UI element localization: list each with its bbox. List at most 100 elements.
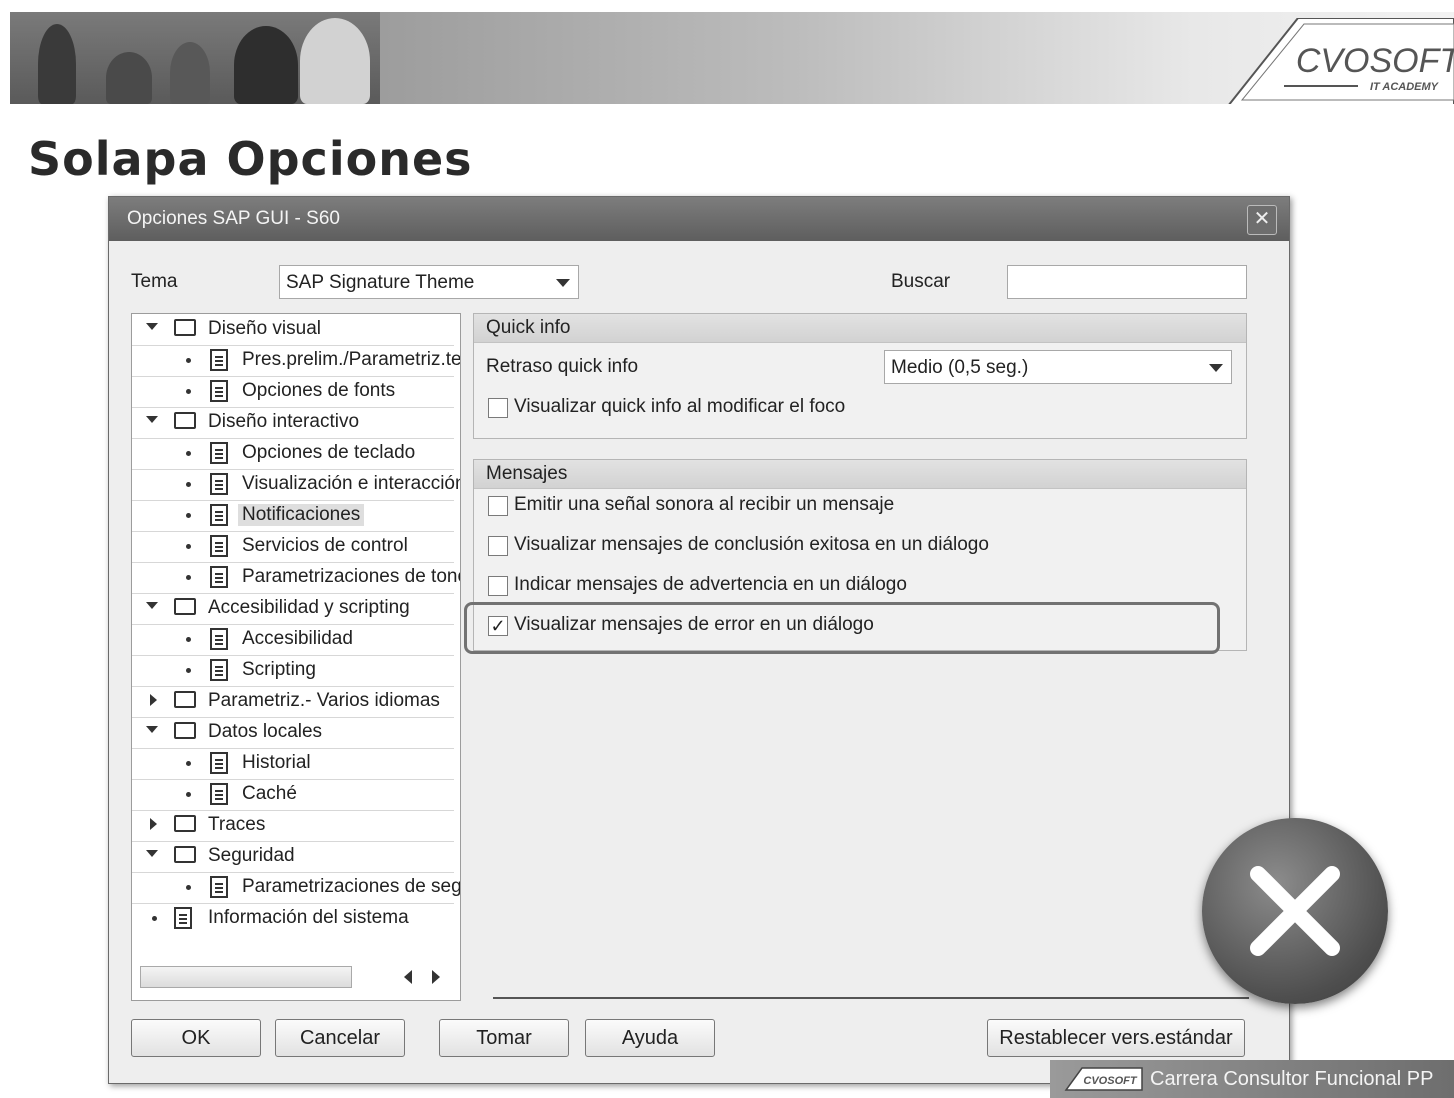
document-icon xyxy=(210,442,228,464)
tree-node-notificaciones[interactable]: Notificaciones xyxy=(132,500,454,532)
bullet xyxy=(186,668,191,673)
options-tree: Diseño visual Pres.prelim./Parametriz.te… xyxy=(131,313,461,1001)
close-icon[interactable]: ✕ xyxy=(1247,205,1277,235)
senal-sonora-checkbox[interactable] xyxy=(488,496,508,516)
folder-icon xyxy=(174,598,196,615)
tree-node-datos-locales[interactable]: Datos locales xyxy=(132,717,454,749)
logo-text: CVOSOFT xyxy=(1296,42,1454,80)
page-title: Solapa Opciones xyxy=(28,132,473,186)
quick-info-focus-label: Visualizar quick info al modificar el fo… xyxy=(514,396,846,417)
tree-node-accesibilidad-scripting[interactable]: Accesibilidad y scripting xyxy=(132,593,454,625)
tree-scrollbar-thumb[interactable] xyxy=(140,966,352,988)
bullet xyxy=(186,885,191,890)
tree-node-label: Notificaciones xyxy=(238,504,365,526)
tree-node-label: Accesibilidad xyxy=(242,628,353,649)
footer-logo-icon: CVOSOFT xyxy=(1064,1067,1143,1091)
quick-info-focus-checkbox[interactable] xyxy=(488,398,508,418)
chevron-down-icon xyxy=(1209,364,1223,372)
reset-default-button[interactable]: Restablecer vers.estándar xyxy=(987,1019,1245,1057)
tree-node-label: Seguridad xyxy=(208,845,295,866)
tree-node-label: Historial xyxy=(242,752,311,773)
tree-node-historial[interactable]: Historial xyxy=(132,748,454,780)
scroll-left-icon[interactable] xyxy=(404,970,412,984)
conclusion-exitosa-checkbox[interactable] xyxy=(488,536,508,556)
tree-node-diseno-interactivo[interactable]: Diseño interactivo xyxy=(132,407,454,439)
bullet xyxy=(152,916,157,921)
advertencia-label: Indicar mensajes de advertencia en un di… xyxy=(514,574,907,595)
document-icon xyxy=(210,535,228,557)
ok-button[interactable]: OK xyxy=(131,1019,261,1057)
collapse-icon[interactable] xyxy=(150,694,157,706)
collapse-icon[interactable] xyxy=(150,818,157,830)
dialog-titlebar[interactable]: Opciones SAP GUI - S60 ✕ xyxy=(109,197,1289,241)
apply-button[interactable]: Tomar xyxy=(439,1019,569,1057)
tema-select[interactable]: SAP Signature Theme xyxy=(279,265,579,299)
tree-node-traces[interactable]: Traces xyxy=(132,810,454,842)
senal-sonora-label: Emitir una señal sonora al recibir un me… xyxy=(514,494,895,515)
tema-select-value: SAP Signature Theme xyxy=(286,272,475,293)
tree-node-accesibilidad[interactable]: Accesibilidad xyxy=(132,624,454,656)
folder-icon xyxy=(174,691,196,708)
document-icon xyxy=(210,349,228,371)
tree-node-label: Información del sistema xyxy=(208,907,409,928)
tree-node-info-sistema[interactable]: Información del sistema xyxy=(132,903,454,934)
bullet xyxy=(186,389,191,394)
expand-icon[interactable] xyxy=(146,850,158,857)
scroll-right-icon[interactable] xyxy=(432,970,440,984)
retraso-label: Retraso quick info xyxy=(486,356,639,377)
tree-node-label: Parametrizaciones de seg xyxy=(242,876,461,897)
help-button[interactable]: Ayuda xyxy=(585,1019,715,1057)
tree-node-scripting[interactable]: Scripting xyxy=(132,655,454,687)
tree-node-label: Diseño visual xyxy=(208,318,321,339)
retraso-select-value: Medio (0,5 seg.) xyxy=(891,357,1029,378)
tree-node-label: Parametrizaciones de tono xyxy=(242,566,461,587)
bullet xyxy=(186,761,191,766)
tree-node-label: Caché xyxy=(242,783,297,804)
tree-node-opciones-teclado[interactable]: Opciones de teclado xyxy=(132,438,454,470)
folder-icon xyxy=(174,412,196,429)
tree-node-label: Datos locales xyxy=(208,721,323,742)
expand-icon[interactable] xyxy=(146,323,158,330)
retraso-select[interactable]: Medio (0,5 seg.) xyxy=(884,350,1232,384)
tree-node-pres-prelim[interactable]: Pres.prelim./Parametriz.te xyxy=(132,345,460,377)
buscar-label: Buscar xyxy=(891,271,951,292)
divider xyxy=(493,997,1249,999)
bullet xyxy=(186,358,191,363)
advertencia-checkbox[interactable] xyxy=(488,576,508,596)
tree-node-varios-idiomas[interactable]: Parametriz.- Varios idiomas xyxy=(132,686,454,718)
quick-info-group: Quick info Retraso quick info Medio (0,5… xyxy=(473,313,1247,439)
footer-text: Carrera Consultor Funcional PP xyxy=(1150,1068,1434,1090)
dialog-title: Opciones SAP GUI - S60 xyxy=(127,208,340,229)
tree-node-visualizacion[interactable]: Visualización e interacción xyxy=(132,469,460,501)
folder-icon xyxy=(174,722,196,739)
quick-info-header: Quick info xyxy=(474,314,1246,343)
bullet xyxy=(186,513,191,518)
cvosoft-logo: CVOSOFT IT ACADEMY xyxy=(1228,18,1454,104)
tree-node-label: Traces xyxy=(208,814,266,835)
cancel-button[interactable]: Cancelar xyxy=(275,1019,405,1057)
tree-node-param-seg[interactable]: Parametrizaciones de seg xyxy=(132,872,460,904)
tree-node-label: Opciones de teclado xyxy=(242,442,416,463)
close-icon xyxy=(1250,866,1340,956)
bullet xyxy=(186,482,191,487)
tree-node-diseno-visual[interactable]: Diseño visual xyxy=(132,314,454,346)
tree-node-seguridad[interactable]: Seguridad xyxy=(132,841,454,873)
expand-icon[interactable] xyxy=(146,726,158,733)
document-icon xyxy=(210,876,228,898)
tema-label: Tema xyxy=(131,271,178,292)
buscar-input[interactable] xyxy=(1007,265,1247,299)
mensajes-title: Mensajes xyxy=(486,463,568,484)
bullet xyxy=(186,451,191,456)
tree-node-param-tono[interactable]: Parametrizaciones de tono xyxy=(132,562,460,594)
tree-node-servicios-control[interactable]: Servicios de control xyxy=(132,531,454,563)
footer-bar: CVOSOFT Carrera Consultor Funcional PP xyxy=(1050,1060,1454,1098)
mensajes-header: Mensajes xyxy=(474,460,1246,489)
tree-node-label: Parametriz.- Varios idiomas xyxy=(208,690,440,711)
logo-subtext: IT ACADEMY xyxy=(1370,81,1440,93)
expand-icon[interactable] xyxy=(146,416,158,423)
tree-node-cache[interactable]: Caché xyxy=(132,779,454,811)
tree-node-opciones-fonts[interactable]: Opciones de fonts xyxy=(132,376,454,408)
folder-icon xyxy=(174,319,196,336)
close-circle-icon xyxy=(1202,818,1388,1004)
expand-icon[interactable] xyxy=(146,602,158,609)
